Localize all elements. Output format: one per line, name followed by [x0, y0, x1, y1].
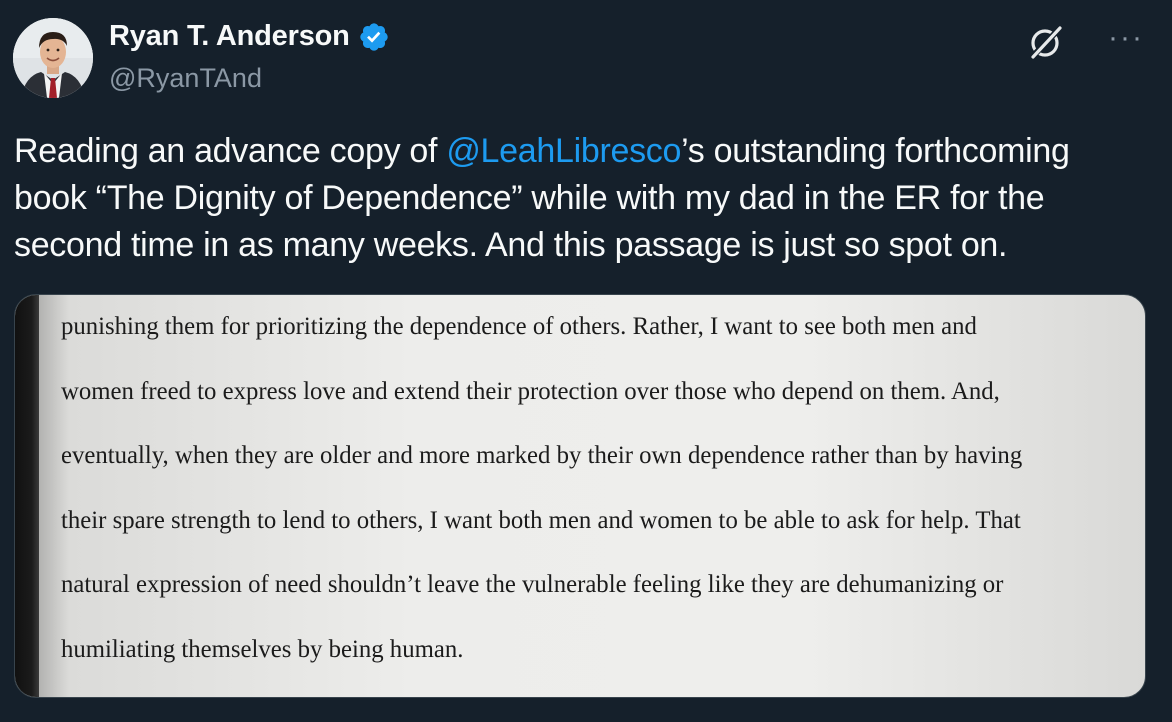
tweet: Ryan T. Anderson @RyanTAnd ··· Reading a… [0, 0, 1172, 722]
page-line: punishing them for prioritizing the depe… [61, 313, 977, 340]
author-name-row: Ryan T. Anderson [109, 20, 390, 53]
grok-icon[interactable] [1028, 24, 1064, 60]
tweet-text: Reading an advance copy of @LeahLibresco… [14, 128, 1144, 269]
page-line: women freed to express love and extend t… [61, 377, 1000, 405]
author-display-name[interactable]: Ryan T. Anderson [109, 20, 350, 53]
page-line: eventually, when they are older and more… [61, 442, 1023, 469]
mention-link[interactable]: @LeahLibresco [446, 132, 681, 170]
book-page-text: punishing them for prioritizing the depe… [61, 313, 1141, 697]
tweet-text-part: Reading an advance copy of [14, 132, 447, 170]
author-avatar[interactable] [13, 18, 93, 98]
verified-badge-icon[interactable] [358, 21, 390, 53]
tweet-media-image[interactable]: punishing them for prioritizing the depe… [14, 294, 1146, 698]
page-line: natural expression of need shouldn’t lea… [61, 571, 1004, 598]
author-handle[interactable]: @RyanTAnd [109, 63, 262, 94]
page-line: humiliating themselves by being human. [61, 635, 464, 663]
page-line: their spare strength to lend to others, … [61, 506, 1021, 534]
more-options-icon[interactable]: ··· [1108, 23, 1144, 53]
avatar-photo [13, 18, 93, 98]
book-spine-shadow [15, 295, 39, 697]
